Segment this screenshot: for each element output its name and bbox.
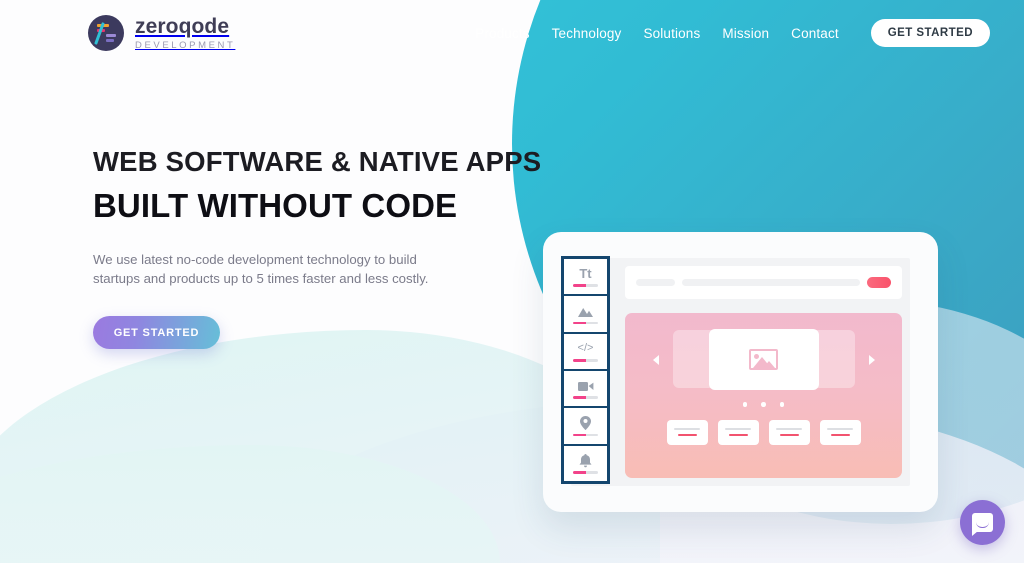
location-pin-icon	[580, 416, 591, 431]
hero-subtext: We use latest no-code development techno…	[93, 252, 429, 287]
chat-bubble-icon	[972, 513, 993, 536]
nav-item-solutions[interactable]: Solutions	[632, 26, 711, 41]
background-wave-bottom	[0, 445, 500, 563]
hero-headline-line1: WEB SOFTWARE & NATIVE APPS	[93, 146, 542, 177]
canvas-topbar	[625, 266, 902, 299]
location-tool-button[interactable]	[564, 408, 607, 444]
site-header: zeroqode DEVELOPMENT Products Technology…	[0, 0, 1024, 66]
code-tool-button[interactable]: </>	[564, 333, 607, 369]
editor-canvas	[625, 266, 902, 478]
video-tool-button[interactable]	[564, 370, 607, 407]
brand-name: zeroqode	[135, 14, 230, 38]
video-tool-icon	[577, 378, 594, 393]
image-tool-icon	[578, 304, 593, 319]
chevron-right-icon[interactable]	[868, 354, 875, 365]
chat-launcher-button[interactable]	[960, 500, 1005, 545]
carousel-dots	[742, 402, 785, 407]
topbar-action-button[interactable]	[867, 277, 891, 288]
chevron-left-icon[interactable]	[652, 354, 659, 365]
header-get-started-button[interactable]: GET STARTED	[870, 19, 990, 47]
nav-item-technology[interactable]: Technology	[541, 26, 633, 41]
hero-section: WEB SOFTWARE & NATIVE APPS BUILT WITHOUT…	[93, 146, 542, 350]
feature-card-row	[666, 419, 861, 445]
nav-item-mission[interactable]: Mission	[711, 26, 780, 41]
tool-progress-bar	[573, 396, 598, 399]
bell-icon	[579, 453, 592, 468]
hero-headline-line2: BUILT WITHOUT CODE	[93, 187, 458, 225]
tablet-screen: Tt </>	[561, 256, 910, 486]
carousel-dot[interactable]	[742, 402, 748, 407]
feature-card[interactable]	[768, 419, 810, 445]
carousel-slide-active	[708, 329, 819, 390]
main-navigation: Products Technology Solutions Mission Co…	[464, 19, 990, 47]
image-tool-button[interactable]	[564, 296, 607, 332]
tool-progress-bar	[573, 321, 598, 325]
editor-tool-rail: Tt </>	[561, 256, 610, 484]
nav-item-contact[interactable]: Contact	[780, 26, 850, 41]
tool-progress-bar	[573, 433, 598, 437]
tool-progress-bar	[573, 471, 598, 474]
image-placeholder-icon	[749, 349, 778, 370]
text-tool-button[interactable]: Tt	[564, 259, 607, 295]
feature-card[interactable]	[717, 419, 759, 445]
text-tool-icon: Tt	[579, 266, 592, 282]
brand-logo[interactable]: zeroqode DEVELOPMENT	[88, 15, 235, 51]
feature-card[interactable]	[666, 419, 708, 445]
nav-item-products[interactable]: Products	[464, 26, 540, 41]
tool-progress-bar	[573, 284, 598, 287]
carousel-dot[interactable]	[779, 402, 785, 407]
hero-get-started-button[interactable]: GET STARTED	[93, 316, 220, 350]
brand-tagline: DEVELOPMENT	[135, 39, 236, 51]
landing-page: zeroqode DEVELOPMENT Products Technology…	[0, 0, 1024, 563]
feature-card[interactable]	[819, 419, 861, 445]
carousel-dot[interactable]	[761, 402, 766, 407]
tablet-illustration: Tt </>	[543, 232, 938, 512]
zeroqode-logo-mark-icon	[88, 15, 124, 51]
carousel	[652, 328, 875, 391]
hero-block-preview	[625, 313, 902, 478]
tool-progress-bar	[573, 359, 598, 362]
notification-tool-button[interactable]	[564, 445, 607, 481]
topbar-placeholder-long	[682, 279, 860, 286]
code-tool-icon: </>	[577, 342, 594, 355]
topbar-placeholder-short	[636, 279, 675, 286]
